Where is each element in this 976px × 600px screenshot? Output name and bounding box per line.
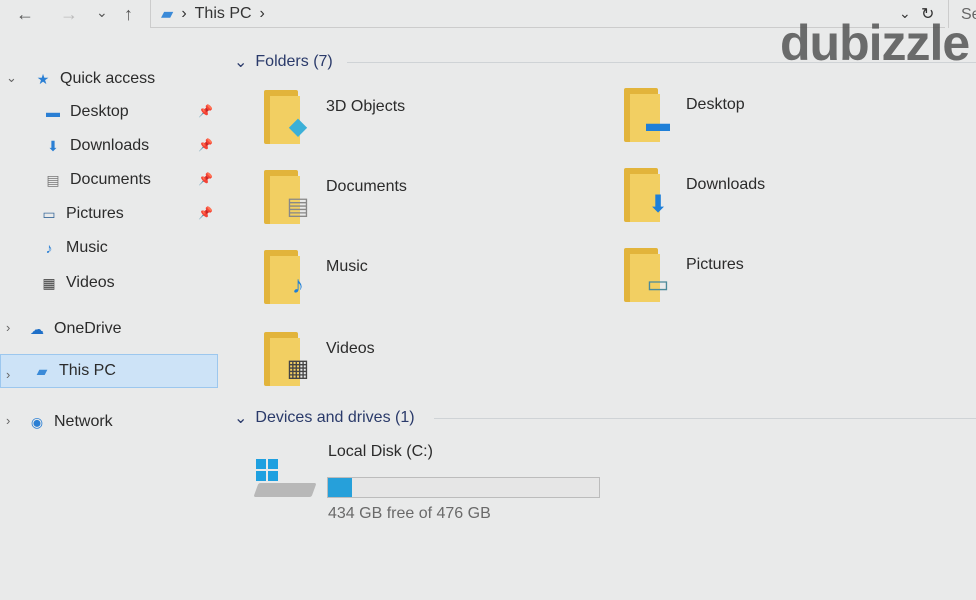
- sidebar-item-quick-access[interactable]: ★ Quick access: [34, 64, 155, 94]
- chevron-right-icon[interactable]: ›: [6, 413, 10, 428]
- folder-icon: ♪: [262, 250, 314, 306]
- chevron-down-icon: ⌄: [234, 410, 248, 427]
- document-icon: ▤: [286, 192, 310, 220]
- music-icon: ♪: [45, 240, 53, 256]
- folder-label: Downloads: [686, 176, 766, 193]
- folder-downloads[interactable]: ⬇ Downloads: [622, 168, 922, 238]
- folders-header-label: Folders (7): [255, 53, 333, 70]
- folder-3d-objects[interactable]: ◆ 3D Objects: [262, 90, 562, 160]
- folder-label: Videos: [326, 340, 375, 357]
- chevron-down-icon: ⌄: [234, 54, 248, 71]
- chevron-right-icon[interactable]: ›: [6, 367, 10, 382]
- folder-label: 3D Objects: [326, 98, 406, 115]
- divider: [347, 62, 976, 63]
- sidebar-item-label: OneDrive: [54, 320, 122, 337]
- folder-label: Music: [326, 258, 368, 275]
- divider: [434, 418, 976, 419]
- download-icon: ⬇: [47, 138, 59, 154]
- sidebar-item-label: Music: [66, 239, 108, 256]
- sidebar-item-desktop[interactable]: ▬ Desktop: [44, 97, 129, 127]
- network-icon: ◉: [30, 414, 44, 430]
- folder-icon: ▭: [622, 248, 674, 304]
- sidebar-item-label: Network: [54, 413, 113, 430]
- computer-icon: ▰: [161, 5, 174, 23]
- folder-pictures[interactable]: ▭ Pictures: [622, 248, 922, 318]
- folder-icon: ◆: [262, 90, 314, 146]
- 3d-objects-icon: ◆: [288, 112, 308, 140]
- breadcrumb-separator: ›: [181, 4, 187, 22]
- sidebar-item-documents[interactable]: ▤ Documents: [44, 165, 151, 195]
- picture-icon: ▭: [646, 270, 670, 298]
- folder-label: Documents: [326, 178, 407, 195]
- folder-videos[interactable]: ▦ Videos: [262, 332, 562, 402]
- sidebar-item-label: Videos: [66, 274, 115, 291]
- devices-group-header[interactable]: ⌄ Devices and drives (1): [234, 408, 415, 428]
- drive-label: Local Disk (C:): [328, 443, 433, 460]
- document-icon: ▤: [46, 172, 60, 188]
- chevron-right-icon[interactable]: ›: [6, 320, 10, 335]
- back-button[interactable]: ←: [16, 4, 34, 25]
- sidebar-item-label: Desktop: [70, 103, 129, 120]
- sidebar-item-onedrive[interactable]: ☁ OneDrive: [28, 314, 122, 344]
- folder-documents[interactable]: ▤ Documents: [262, 170, 562, 240]
- breadcrumb-this-pc[interactable]: This PC: [195, 5, 252, 23]
- breadcrumb-separator[interactable]: ›: [260, 5, 265, 23]
- sidebar-item-label: This PC: [59, 362, 116, 379]
- drive-icon: [253, 459, 317, 499]
- sidebar-item-this-pc[interactable]: ▰ This PC: [0, 354, 218, 388]
- sidebar-item-videos[interactable]: ▦ Videos: [40, 268, 115, 298]
- up-button[interactable]: ↑: [124, 4, 133, 25]
- sidebar-item-label: Downloads: [70, 137, 150, 154]
- drive-usage-bar: [327, 477, 600, 498]
- navigation-pane: ★ Quick access ⌄ ▬ Desktop 📌 ⬇ Downloads 📌 ▤ Docum…: [0, 62, 222, 600]
- forward-button[interactable]: →: [60, 4, 78, 25]
- folders-group-header[interactable]: ⌄ Folders (7): [234, 52, 333, 72]
- folder-icon: ⬇: [622, 168, 674, 224]
- download-icon: ⬇: [647, 190, 669, 218]
- pin-icon[interactable]: 📌: [198, 172, 213, 186]
- chevron-down-icon[interactable]: ⌄: [6, 70, 17, 86]
- devices-header-label: Devices and drives (1): [255, 409, 415, 426]
- drive-local-disk-c[interactable]: Local Disk (C:) 434 GB free of 476 GB: [253, 443, 654, 522]
- computer-icon: ▰: [36, 363, 48, 379]
- desktop-icon: ▬: [646, 110, 670, 137]
- star-icon: ★: [36, 71, 50, 87]
- pin-icon[interactable]: 📌: [198, 138, 213, 152]
- content-pane: ⌄ Folders (7) ◆ 3D Objects ▬ Desktop ▤ Documen…: [222, 32, 976, 600]
- folder-label: Pictures: [686, 256, 744, 273]
- pin-icon[interactable]: 📌: [198, 104, 213, 118]
- sidebar-item-pictures[interactable]: ▭ Pictures: [40, 199, 124, 229]
- sidebar-item-network[interactable]: ◉ Network: [28, 407, 113, 437]
- sidebar-item-music[interactable]: ♪ Music: [40, 233, 108, 263]
- folder-label: Desktop: [686, 96, 745, 113]
- recent-locations-button[interactable]: ⌄: [96, 4, 108, 21]
- sidebar-item-downloads[interactable]: ⬇ Downloads: [44, 131, 149, 161]
- folder-icon: ▬: [622, 88, 674, 144]
- folder-desktop[interactable]: ▬ Desktop: [622, 88, 922, 158]
- sidebar-item-label: Documents: [70, 171, 151, 188]
- folder-icon: ▦: [262, 332, 314, 388]
- folder-icon: ▤: [262, 170, 314, 226]
- picture-icon: ▭: [42, 206, 56, 222]
- cloud-icon: ☁: [30, 321, 44, 337]
- folder-music[interactable]: ♪ Music: [262, 250, 562, 320]
- pin-icon[interactable]: 📌: [198, 206, 213, 220]
- video-icon: ▦: [42, 275, 56, 291]
- sidebar-item-label: Pictures: [66, 205, 124, 222]
- desktop-icon: ▬: [46, 104, 60, 120]
- music-icon: ♪: [292, 272, 304, 299]
- video-icon: ▦: [286, 354, 310, 382]
- drive-usage-fill: [328, 478, 352, 497]
- drive-free-space: 434 GB free of 476 GB: [328, 505, 491, 522]
- sidebar-item-label: Quick access: [60, 70, 156, 87]
